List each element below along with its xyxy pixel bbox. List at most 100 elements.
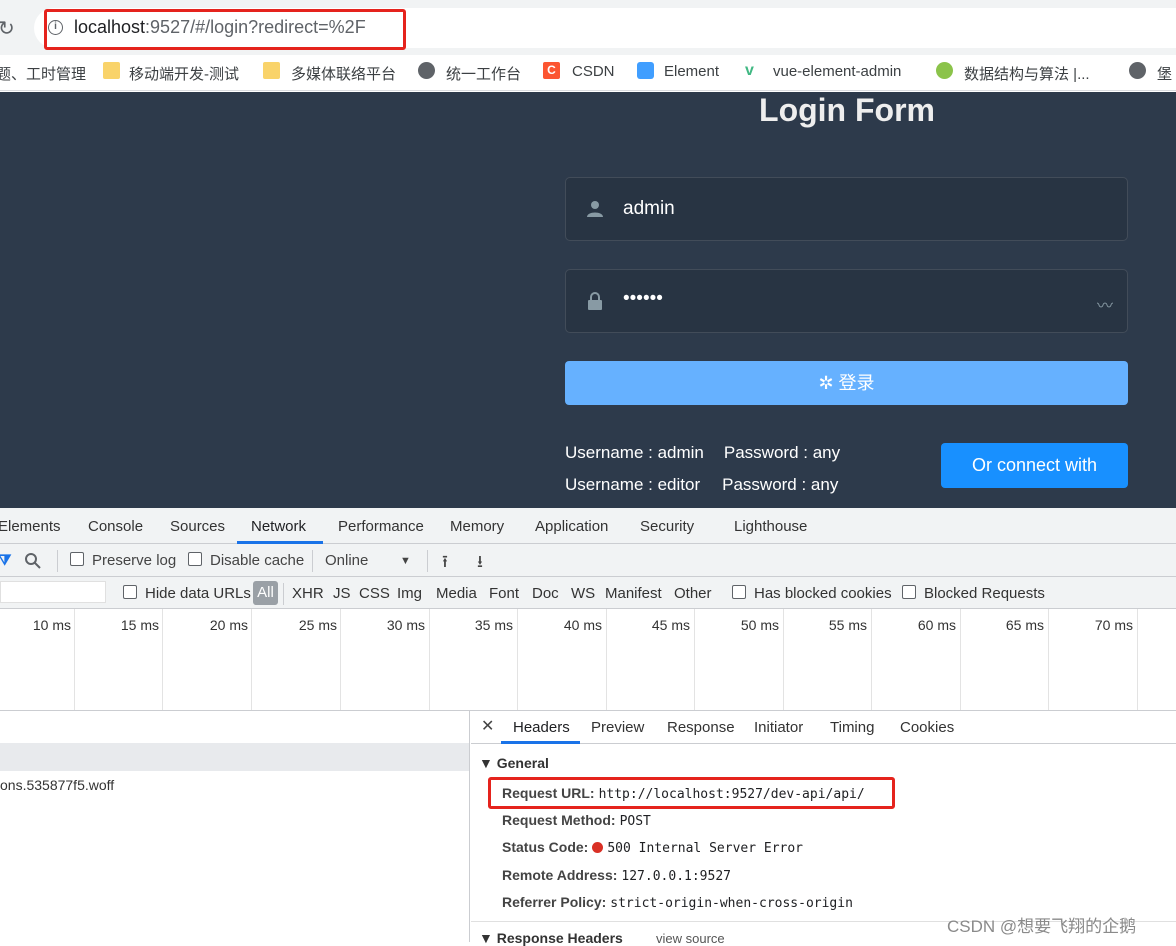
status-code-row: Status Code: 500 Internal Server Error [502,839,804,856]
tab-console[interactable]: Console [88,518,143,535]
login-page: Login Form admin •••••• 〰 ✲ 登录 Username … [0,92,1176,508]
has-blocked-cookies-checkbox[interactable] [732,585,746,599]
triangle-down-icon: ▼ [479,755,497,771]
timeline-tick: 25 ms [298,617,337,633]
filter-doc[interactable]: Doc [532,585,559,602]
tab-memory[interactable]: Memory [450,518,504,535]
blocked-requests-checkbox[interactable] [902,585,916,599]
view-source-link[interactable]: view source [656,931,725,946]
reload-icon[interactable]: ↻ [0,16,15,41]
request-detail-panel: ✕ Headers Preview Response Initiator Tim… [471,711,1176,946]
tab-application[interactable]: Application [535,518,608,535]
bookmark-item[interactable]: 统一工作台 [446,63,521,84]
devtools-tabs: Elements Console Sources Network Perform… [0,508,1176,544]
filter-js[interactable]: JS [333,585,351,602]
response-headers-section-header[interactable]: ▼ Response Headers [479,930,623,946]
close-icon[interactable]: ✕ [481,716,494,736]
grid-line [783,609,784,710]
username-value: admin [623,198,675,219]
eye-closed-icon[interactable]: 〰 [1097,292,1113,316]
tab-sources[interactable]: Sources [170,518,225,535]
error-status-dot [592,842,604,853]
hide-data-urls-checkbox[interactable] [123,585,137,599]
filter-xhr[interactable]: XHR [292,585,324,602]
tab-network[interactable]: Network [251,518,306,535]
divider [57,550,58,572]
bookmark-item[interactable]: Element [664,63,719,80]
tab-security[interactable]: Security [640,518,694,535]
upload-icon[interactable]: ⭱ [442,549,448,578]
timeline-tick: 70 ms [1094,617,1133,633]
network-toolbar: ⧩ Preserve log Disable cache Online ▼ ⭱ … [0,544,1176,577]
filter-manifest[interactable]: Manifest [605,585,662,602]
grid-line [429,609,430,710]
user-icon [587,201,603,217]
filter-other[interactable]: Other [674,585,712,602]
connect-button[interactable]: Or connect with [941,443,1128,488]
element-icon [637,62,654,79]
bookmark-item[interactable]: 多媒体联络平台 [291,63,396,84]
network-timeline[interactable]: 10 ms 15 ms 20 ms 25 ms 30 ms 35 ms 40 m… [0,609,1176,711]
divider [427,550,428,572]
divider [283,583,284,605]
divider [312,550,313,572]
tab-timing[interactable]: Timing [830,719,874,736]
filter-img[interactable]: Img [397,585,422,602]
loading-icon: ✲ [818,373,839,393]
grid-line [251,609,252,710]
general-section-header[interactable]: ▼ General [479,755,549,771]
grid-line [871,609,872,710]
password-field[interactable]: •••••• 〰 [565,269,1128,333]
selected-request-row[interactable] [0,743,469,771]
chevron-down-icon[interactable]: ▼ [400,555,411,567]
detail-tabs: ✕ Headers Preview Response Initiator Tim… [471,711,1176,744]
tab-response[interactable]: Response [667,719,735,736]
timeline-tick: 20 ms [209,617,248,633]
timeline-tick: 60 ms [917,617,956,633]
timeline-tick: 55 ms [828,617,867,633]
bookmark-item[interactable]: 数据结构与算法 |... [964,63,1090,84]
timeline-tick: 45 ms [651,617,690,633]
tab-cookies[interactable]: Cookies [900,719,954,736]
csdn-icon: C [543,62,560,79]
watermark: CSDN @想要飞翔的企鹅 [947,917,1137,936]
filter-css[interactable]: CSS [359,585,390,602]
filter-icon[interactable]: ⧩ [0,552,11,569]
search-icon[interactable] [24,552,42,570]
tab-lighthouse[interactable]: Lighthouse [734,518,807,535]
request-name[interactable]: ons.535877f5.woff [0,777,114,793]
disable-cache-checkbox[interactable] [188,552,202,566]
globe-icon [418,62,435,79]
login-button[interactable]: ✲ 登录 [565,361,1128,405]
filter-ws[interactable]: WS [571,585,595,602]
tab-elements[interactable]: Elements [0,518,61,535]
username-field[interactable]: admin [565,177,1128,241]
grid-line [162,609,163,710]
bookmark-item[interactable]: CSDN [572,63,615,80]
bookmark-item[interactable]: 堡 [1157,63,1172,84]
filter-input[interactable] [0,581,106,603]
download-icon[interactable]: ⭳ [477,549,483,578]
grid-line [606,609,607,710]
grid-line [694,609,695,710]
bookmark-item[interactable]: vue-element-admin [773,63,901,80]
grid-line [1048,609,1049,710]
tab-headers[interactable]: Headers [513,719,570,736]
request-url-highlight-box [488,777,895,809]
filter-media[interactable]: Media [436,585,477,602]
grid-line [960,609,961,710]
folder-icon [263,62,280,79]
throttle-select[interactable]: Online [325,552,368,569]
site-icon [936,62,953,79]
triangle-down-icon: ▼ [479,930,497,946]
bookmark-item[interactable]: 移动端开发-测试 [129,63,239,84]
tab-initiator[interactable]: Initiator [754,719,803,736]
filter-all-button[interactable]: All [253,581,278,605]
tab-performance[interactable]: Performance [338,518,424,535]
tip-row: Username : admin Password : any [565,443,841,462]
preserve-log-checkbox[interactable] [70,552,84,566]
filter-font[interactable]: Font [489,585,519,602]
tab-preview[interactable]: Preview [591,719,644,736]
globe-icon [1129,62,1146,79]
bookmark-item[interactable]: 题、工时管理 [0,63,86,84]
